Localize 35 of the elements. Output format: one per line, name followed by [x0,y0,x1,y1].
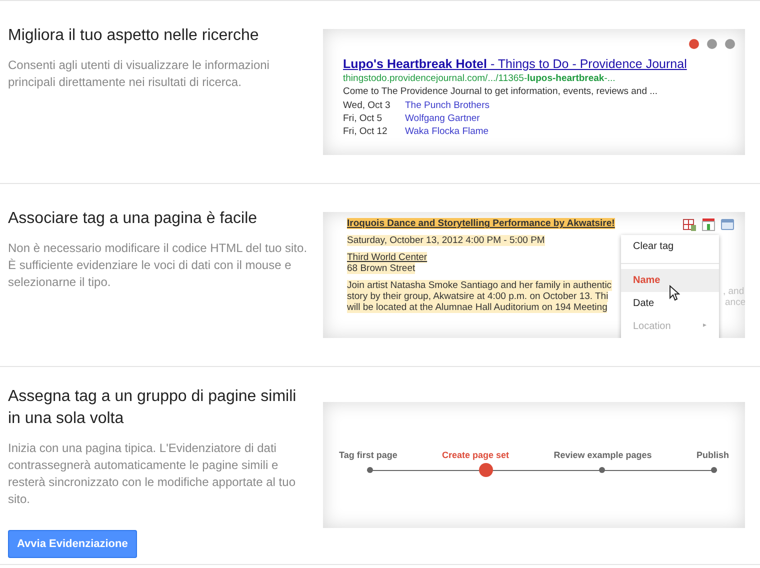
calendar-icon[interactable] [683,218,696,231]
browser-icon[interactable] [721,218,734,231]
venue-address: 68 Brown Street [347,263,416,274]
carousel-dot[interactable] [707,39,717,49]
menu-item[interactable]: Name [621,269,719,292]
event-date: Wed, Oct 3 [343,99,392,112]
venue-link[interactable]: Third World Center [347,252,428,263]
carousel-dot[interactable] [689,39,699,49]
section-description: Consenti agli utenti di visualizzare le informazioni principali direttamente nei risultati di ricerca. [8,57,270,91]
result-title-link[interactable]: Lupo's Heartbreak Hotel - Things to Do - Providence Journal [343,56,745,72]
event-datetime: Saturday, October 13, 2012 4:00 PM - 5:00 PM [347,235,545,246]
result-snippet: Come to The Providence Journal to get information, events, reviews and ... [343,85,659,98]
carousel-dot[interactable] [725,39,735,49]
event-date: Fri, Oct 12 [343,125,388,138]
section-description: Non è necessario modificare il codice HTML del tuo sito. È sufficiente evidenziare le voci di dati con il mouse e selezionarne il tipo. [8,240,308,291]
menu-item[interactable]: Clear tag [621,235,719,258]
event-link[interactable]: Waka Flocka Flame [405,125,489,138]
section-title: Assegna tag a un gruppo di pagine simili in una sola volta [8,387,298,429]
description-fragment: ance [725,297,745,308]
step-label: Review example pages [554,450,652,460]
pointer-cursor-icon [669,285,680,301]
event-date: Fri, Oct 5 [343,112,384,125]
menu-item[interactable]: Date [621,292,719,315]
section-description: Inizia con una pagina tipica. L'Evidenziatore di dati contrassegnerà automaticamente le pagine simili e resterà sincronizzato con le modifiche apportate al tuo sito. [8,440,296,508]
description-fragment: , and [723,286,745,297]
event-link[interactable]: The Punch Brothers [405,99,490,112]
section-title: Migliora il tuo aspetto nelle ricerche [8,26,260,46]
calendar-icon[interactable] [702,218,715,231]
event-title: Iroquois Dance and Storytelling Performance by Akwatsire! [347,218,615,229]
result-url: thingstodo.providencejournal.com/.../11365-lupos-heartbreak-... [343,72,616,85]
section-title: Associare tag a una pagina è facile [8,209,258,229]
event-link[interactable]: Wolfgang Gartner [405,112,480,125]
step-label: Publish [696,450,729,460]
step-label: Tag first page [339,450,398,460]
step-label: Create page set [442,450,510,460]
